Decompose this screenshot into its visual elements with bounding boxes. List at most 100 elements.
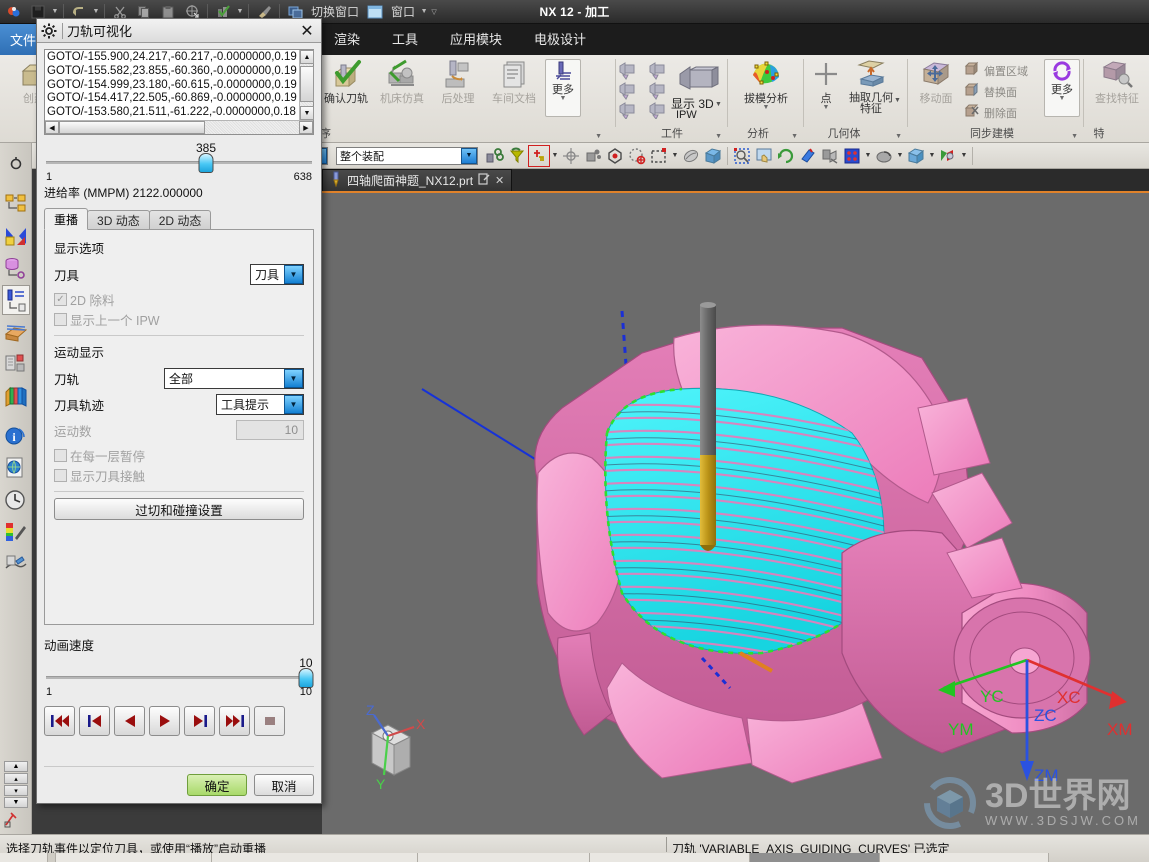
qat-overflow-caret[interactable]: ▽ (429, 8, 439, 16)
gouge-collision-settings-button[interactable]: 过切和碰撞设置 (54, 498, 304, 520)
motion-slider-track[interactable] (46, 161, 312, 164)
close-icon[interactable]: ✕ (296, 21, 318, 41)
tab-application-modules[interactable]: 应用模块 (434, 24, 518, 55)
resource-bar-pin-icon[interactable] (2, 149, 30, 179)
snap-point-icon[interactable] (528, 144, 550, 167)
rectangle-select-icon[interactable] (648, 145, 670, 167)
scroll-top-icon[interactable]: ▲ (4, 761, 28, 772)
render-style-icon[interactable] (680, 145, 702, 167)
undo-dropdown-caret[interactable]: ▼ (91, 8, 101, 15)
assembly-constraint-icon[interactable] (484, 145, 506, 167)
ribbon-group-dialog-launcher[interactable]: ▼ (895, 133, 902, 140)
fit-view-icon[interactable] (731, 145, 753, 167)
box-icon[interactable] (905, 145, 927, 167)
sidebar-item-part-navigator[interactable] (2, 253, 30, 283)
checkbox-pause-each-layer[interactable]: 在每一层暂停 (54, 445, 304, 465)
checkbox-box[interactable] (54, 468, 67, 482)
ribbon-small-item-delete-face[interactable]: 删除面 (964, 103, 1017, 122)
ribbon-group-dialog-launcher[interactable]: ▼ (1071, 133, 1078, 140)
filter-icon[interactable] (506, 145, 528, 167)
ribbon-button-machine-simulation[interactable]: 机床仿真 (374, 59, 430, 123)
sidebar-item-bottom-tool[interactable] (3, 807, 27, 832)
ribbon-button-more-operation[interactable]: 更多 ▼ (545, 59, 581, 117)
play-backward-button[interactable] (114, 706, 145, 736)
ribbon-button-draft-analysis[interactable]: 拔模分析 ▼ (736, 59, 796, 123)
toolpath-combo[interactable]: 全部 ▼ (164, 367, 304, 389)
window-menu-label[interactable]: 窗口 (387, 3, 419, 20)
ribbon-group-dialog-launcher[interactable]: ▼ (595, 133, 602, 140)
tab-2d-dynamic[interactable]: 2D 动态 (148, 210, 212, 230)
sidebar-item-help[interactable]: i (2, 421, 30, 451)
animation-speed-track[interactable] (46, 676, 312, 679)
visual-icon[interactable] (937, 145, 959, 167)
shading-caret[interactable]: ▼ (895, 152, 905, 159)
checkbox-box[interactable]: ✓ (54, 292, 67, 306)
ribbon-small-item-replace-face[interactable]: 替换面 (964, 82, 1017, 101)
ribbon-small-item-offset-region[interactable]: 偏置区域 (964, 61, 1028, 80)
snap-point-dropdown-caret[interactable]: ▼ (550, 152, 560, 159)
sidebar-item-part-library[interactable] (2, 381, 30, 411)
step-forward-button[interactable] (184, 706, 215, 736)
step-back-button[interactable] (79, 706, 110, 736)
region-select-icon[interactable] (626, 145, 648, 167)
ribbon-button-more-sync[interactable]: 更多 ▼ (1044, 59, 1080, 117)
ok-button[interactable]: 确定 (187, 774, 247, 796)
scroll-left-icon[interactable]: ◀ (45, 121, 59, 134)
ribbon-button-point[interactable]: 点 ▼ (806, 59, 846, 123)
motion-count-field[interactable]: 10 (236, 420, 304, 440)
motion-slider-thumb[interactable] (198, 153, 214, 173)
animation-speed-slider[interactable]: 10 1 10 (44, 656, 314, 698)
window-dropdown-caret[interactable]: ▼ (419, 8, 429, 15)
checkbox-box[interactable] (54, 448, 67, 462)
sidebar-item-machining-wizard[interactable] (2, 349, 30, 379)
ribbon-button-shop-documentation[interactable]: 车间文档 (486, 59, 542, 123)
pan-icon[interactable] (753, 145, 775, 167)
checkbox-2d-material-removal[interactable]: ✓ 2D 除料 (54, 289, 304, 309)
ribbon-button-move-face[interactable]: 移动面 (910, 59, 962, 123)
orient-view-caret[interactable]: ▼ (863, 152, 873, 159)
hscroll-thumb[interactable] (59, 121, 205, 134)
tool-trace-combo[interactable]: 工具提示 ▼ (216, 393, 304, 415)
scroll-up-icon[interactable]: ▴ (4, 773, 28, 784)
sidebar-item-web-browser[interactable] (2, 453, 30, 483)
tab-replay[interactable]: 重播 (44, 208, 89, 230)
checkbox-box[interactable] (54, 312, 67, 326)
tab-3d-dynamic[interactable]: 3D 动态 (87, 210, 150, 230)
ribbon-button-verify-toolpath[interactable]: 确认刀轨 (318, 59, 374, 123)
list-vertical-scrollbar[interactable]: ▲ ▼ (299, 50, 314, 120)
show-3d-ipw-caret-icon[interactable]: ▼ (715, 101, 722, 108)
sidebar-item-roles[interactable] (2, 549, 30, 579)
visual-caret[interactable]: ▼ (959, 152, 969, 159)
sidebar-item-reuse-library[interactable] (2, 317, 30, 347)
chevron-down-icon[interactable]: ▼ (284, 264, 303, 284)
close-icon[interactable]: ✕ (495, 174, 504, 187)
document-tab[interactable]: 四轴爬面神题_NX12.prt ✕ (322, 169, 513, 191)
sidebar-item-operation-navigator[interactable] (2, 285, 30, 315)
point-on-face-icon[interactable] (604, 145, 626, 167)
goto-line[interactable]: GOTO/-155.900,24.217,-60.217,-0.0000000,… (47, 51, 298, 65)
ribbon-button-extract-geometry[interactable]: 抽取几何特征 (848, 59, 894, 123)
graphics-viewport[interactable]: Z X Y XC XM YC YM ZC ZM 3D世界网 WWW.3DSJW.… (322, 191, 1149, 834)
tab-tools[interactable]: 工具 (376, 24, 434, 55)
rectangle-select-caret[interactable]: ▼ (670, 152, 680, 159)
motion-slider[interactable]: 385 1 638 (44, 141, 314, 183)
selection-scope-combo[interactable]: 整个装配 ▼ (336, 146, 478, 165)
face-select-icon[interactable] (582, 145, 604, 167)
sidebar-item-constraint-navigator[interactable] (2, 221, 30, 251)
tab-electrode-design[interactable]: 电极设计 (518, 24, 602, 55)
sidebar-item-assembly-navigator[interactable] (2, 189, 30, 219)
scroll-down-icon[interactable]: ▾ (4, 785, 28, 796)
sidebar-item-palette[interactable] (2, 517, 30, 547)
goto-list-box[interactable]: GOTO/-155.900,24.217,-60.217,-0.0000000,… (44, 49, 314, 135)
animation-speed-thumb[interactable] (298, 668, 314, 688)
shading-icon[interactable] (873, 145, 895, 167)
clip-icon[interactable] (819, 145, 841, 167)
wcs-origin-icon[interactable] (560, 145, 582, 167)
goto-line[interactable]: GOTO/-154.417,22.505,-60.869,-0.0000000,… (47, 92, 298, 106)
rotate-icon[interactable] (775, 145, 797, 167)
list-horizontal-scrollbar[interactable]: ◀ ▶ (45, 120, 313, 134)
shaded-box-icon[interactable] (702, 145, 724, 167)
checkbox-show-tool-contact[interactable]: 显示刀具接触 (54, 465, 304, 485)
orient-view-icon[interactable] (841, 145, 863, 167)
stop-button[interactable] (254, 706, 285, 736)
